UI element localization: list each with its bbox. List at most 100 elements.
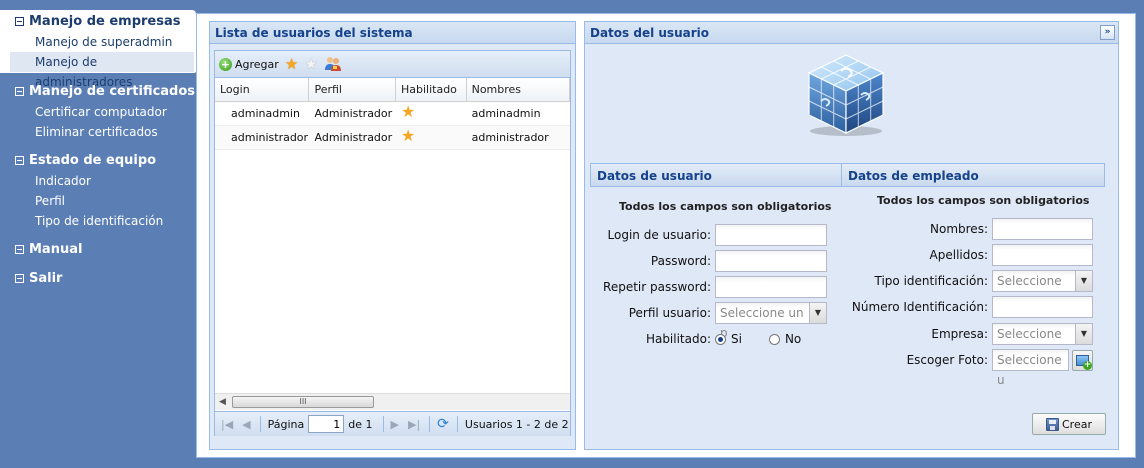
nav-group-empresas: Manejo de empresas Manejo de superadmin …	[0, 10, 196, 89]
users-panel-title: Lista de usuarios del sistema	[210, 22, 575, 44]
nav-item-administradores[interactable]: Manejo de administradores	[10, 52, 194, 89]
collapse-toggle-icon[interactable]	[15, 273, 24, 283]
nav-header-empresas[interactable]: Manejo de empresas	[0, 10, 196, 32]
page-number-input[interactable]	[308, 415, 345, 433]
table-row[interactable]: administrador Administrador ★ administra…	[215, 126, 570, 150]
chevron-down-icon[interactable]: ▼	[1076, 270, 1093, 292]
id-type-select-value[interactable]: Seleccione un	[992, 270, 1076, 308]
profile-select-value[interactable]: Seleccione un p	[715, 302, 810, 340]
chevron-down-icon[interactable]: ▼	[1076, 323, 1093, 345]
refresh-icon[interactable]: ⟳	[437, 416, 449, 432]
help-cube-icon	[801, 49, 891, 139]
pager-separator	[259, 416, 261, 432]
disable-user-button[interactable]: ★	[304, 56, 317, 72]
nav-header-label: Salir	[29, 270, 63, 286]
nav-header-salir[interactable]: Salir	[0, 267, 196, 289]
nav-header-certificados[interactable]: Manejo de certificados	[0, 80, 196, 102]
next-page-icon[interactable]: ▶	[391, 418, 399, 431]
page-of-label: de 1	[348, 417, 373, 431]
nav-item-eliminar-certificados[interactable]: Eliminar certificados	[0, 122, 196, 142]
nav-header-label: Manejo de empresas	[29, 13, 181, 29]
surnames-row: Apellidos:	[835, 244, 1093, 266]
nav-item-certificar[interactable]: Certificar computador	[0, 102, 196, 122]
collapse-toggle-icon[interactable]	[15, 16, 24, 26]
id-number-label: Número Identificación:	[851, 300, 988, 314]
user-panel-title-text: Datos del usuario	[590, 26, 709, 40]
pager-separator	[382, 416, 384, 432]
enabled-yes-label: Si	[731, 332, 742, 346]
nav-item-perfil[interactable]: Perfil	[0, 191, 196, 211]
company-row: Empresa: Seleccione un ▼	[835, 323, 1093, 361]
nav-item-tipo-identificacion[interactable]: Tipo de identificación	[0, 211, 196, 231]
col-header-login[interactable]: Login	[215, 78, 310, 101]
users-grid: + Agregar ★ ★ Login Perfil Habilitado No…	[214, 50, 571, 436]
grid-toolbar: + Agregar ★ ★	[215, 51, 570, 78]
enabled-no-radio[interactable]	[768, 333, 780, 345]
names-label: Nombres:	[930, 222, 988, 236]
nav-item-indicador[interactable]: Indicador	[0, 171, 196, 191]
enable-user-button[interactable]: ★	[284, 54, 299, 73]
nav-item-superadmin[interactable]: Manejo de superadmin	[0, 32, 196, 52]
names-input[interactable]	[992, 218, 1093, 240]
add-icon: +	[219, 57, 232, 71]
col-header-nombres[interactable]: Nombres	[467, 78, 570, 101]
col-header-habilitado[interactable]: Habilitado	[396, 78, 467, 101]
profile-label: Perfil usuario:	[628, 306, 711, 320]
cell-habilitado: ★	[396, 102, 467, 125]
password-label: Password:	[650, 254, 711, 268]
chevron-down-icon[interactable]: ▼	[810, 302, 827, 324]
repeat-password-input[interactable]	[715, 276, 827, 298]
id-number-input[interactable]	[992, 296, 1093, 318]
nav-header-label: Estado de equipo	[29, 152, 157, 168]
enabled-label: Habilitado:	[645, 332, 711, 346]
id-type-row: Tipo identificación: Seleccione un ▼	[835, 270, 1093, 308]
password-input[interactable]	[715, 250, 827, 272]
horizontal-scrollbar[interactable]: ◀ III	[215, 393, 570, 410]
nav-group-manual: Manual	[0, 238, 196, 260]
photo-file-input[interactable]: Seleccione u	[992, 349, 1069, 387]
section-header-empleado: Datos de empleado	[842, 163, 1105, 187]
nav-header-manual[interactable]: Manual	[0, 238, 196, 260]
repeat-password-label: Repetir password:	[603, 280, 711, 294]
cell-nombres: administrador	[471, 131, 549, 144]
first-page-icon[interactable]: |◀	[221, 418, 233, 431]
enabled-row: Habilitado: Si No	[585, 328, 801, 350]
scroll-left-icon[interactable]: ◀	[219, 397, 226, 407]
create-button[interactable]: Crear	[1032, 413, 1106, 435]
surnames-label: Apellidos:	[929, 248, 988, 262]
users-list-panel: Lista de usuarios del sistema + Agregar …	[209, 21, 576, 450]
collapse-panel-button[interactable]: »	[1100, 25, 1115, 40]
add-user-button[interactable]: + Agregar	[219, 57, 279, 71]
prev-page-icon[interactable]: ◀	[242, 418, 250, 431]
user-data-panel: Datos del usuario » Datos de usuario Dat…	[584, 21, 1119, 450]
id-type-select[interactable]: Seleccione un ▼	[992, 270, 1093, 308]
company-label: Empresa:	[931, 327, 988, 341]
add-image-icon	[1076, 354, 1092, 370]
pager-separator	[456, 416, 458, 432]
profile-select[interactable]: Seleccione un p ▼	[715, 302, 827, 340]
table-row[interactable]: adminadmin Administrador ★ adminadmin	[215, 102, 570, 126]
company-select[interactable]: Seleccione un ▼	[992, 323, 1093, 361]
collapse-toggle-icon[interactable]	[15, 155, 24, 165]
surnames-input[interactable]	[992, 244, 1093, 266]
company-select-value[interactable]: Seleccione un	[992, 323, 1076, 361]
col-header-perfil[interactable]: Perfil	[309, 78, 396, 101]
collapse-toggle-icon[interactable]	[15, 86, 24, 96]
password-row: Password:	[585, 250, 827, 272]
star-gold-icon: ★	[284, 54, 299, 73]
collapse-toggle-icon[interactable]	[15, 244, 24, 254]
nav-group-salir: Salir	[0, 267, 196, 289]
sidebar: Manejo de empresas Manejo de superadmin …	[0, 0, 196, 468]
scroll-thumb[interactable]: III	[232, 396, 374, 408]
enabled-yes-radio[interactable]	[715, 333, 726, 345]
pagination-bar: |◀ ◀ Página de 1 ▶ ▶| ⟳ Usuarios 1 - 2 d…	[215, 411, 570, 436]
nav-header-estado[interactable]: Estado de equipo	[0, 149, 196, 171]
create-label: Crear	[1062, 417, 1092, 431]
section-header-usuario: Datos de usuario	[590, 163, 842, 187]
last-page-icon[interactable]: ▶|	[408, 418, 420, 431]
browse-photo-button[interactable]	[1072, 349, 1093, 371]
login-input[interactable]	[715, 224, 827, 246]
cell-login: administrador	[231, 131, 309, 144]
users-group-button[interactable]	[324, 56, 342, 72]
cell-nombres: adminadmin	[471, 107, 541, 120]
